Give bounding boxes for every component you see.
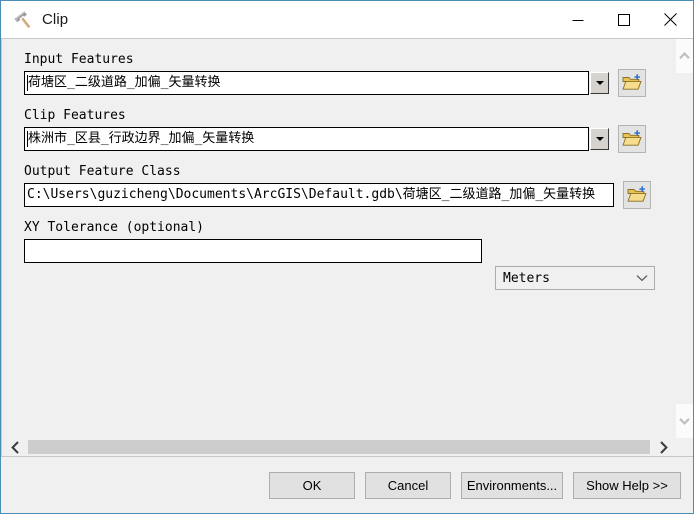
horizontal-scrollbar-thumb[interactable] (28, 440, 650, 454)
input-features-row: 荷塘区_二级道路_加偏_矢量转换 (24, 69, 676, 97)
content-row: Input Features 荷塘区_二级道路_加偏_矢量转换 Clip Fea… (1, 38, 693, 438)
hammer-icon (14, 10, 31, 28)
input-features-combobox[interactable]: 荷塘区_二级道路_加偏_矢量转换 (24, 71, 589, 95)
input-features-field: Input Features 荷塘区_二级道路_加偏_矢量转换 (24, 51, 676, 97)
open-folder-add-icon (622, 74, 642, 90)
xy-tolerance-field: XY Tolerance (optional) (24, 219, 676, 263)
cancel-button[interactable]: Cancel (365, 471, 451, 499)
input-features-label: Input Features (24, 52, 134, 67)
clip-features-browse-button[interactable] (618, 125, 646, 153)
minimize-icon (572, 19, 584, 21)
triangle-down-icon (595, 137, 604, 141)
open-folder-add-icon (627, 186, 647, 202)
vertical-scrollbar[interactable] (676, 38, 693, 438)
scroll-up-button[interactable] (676, 39, 693, 73)
maximize-button[interactable] (601, 1, 647, 38)
dialog-body: Input Features 荷塘区_二级道路_加偏_矢量转换 Clip Fea… (1, 38, 693, 513)
xy-tolerance-units-row: Meters (495, 266, 655, 290)
input-features-dropdown-button[interactable] (590, 72, 609, 94)
input-features-browse-button[interactable] (618, 69, 646, 97)
chevron-right-icon (659, 440, 668, 454)
xy-tolerance-input[interactable] (24, 239, 482, 263)
output-feature-class-label: Output Feature Class (24, 164, 181, 179)
input-features-value: 荷塘区_二级道路_加偏_矢量转换 (28, 75, 221, 90)
minimize-button[interactable] (555, 1, 601, 38)
window-title: Clip (42, 11, 69, 28)
horizontal-scrollbar[interactable] (1, 438, 693, 456)
xy-tolerance-row (24, 239, 676, 263)
close-button[interactable] (647, 1, 693, 38)
chevron-up-icon (679, 52, 690, 59)
scrollbar-corner (676, 438, 693, 456)
vertical-scrollbar-track[interactable] (676, 39, 693, 438)
chevron-left-icon (10, 440, 19, 454)
clip-features-combobox[interactable]: 株洲市_区县_行政边界_加偏_矢量转换 (24, 127, 589, 151)
clip-features-label: Clip Features (24, 108, 126, 123)
title-bar: Clip (1, 1, 693, 38)
clip-dialog-window: Clip Input Features 荷塘区_二级道路_加偏_矢量转换 Cli… (0, 0, 694, 514)
clip-features-row: 株洲市_区县_行政边界_加偏_矢量转换 (24, 125, 676, 153)
output-feature-class-value: C:\Users\guzicheng\Documents\ArcGIS\Defa… (27, 187, 596, 202)
parameters-panel: Input Features 荷塘区_二级道路_加偏_矢量转换 Clip Fea… (1, 38, 676, 438)
xy-tolerance-units-select[interactable]: Meters (495, 266, 655, 290)
maximize-icon (618, 13, 630, 26)
show-help-button[interactable]: Show Help >> (573, 471, 681, 499)
environments-button[interactable]: Environments... (461, 471, 563, 499)
xy-tolerance-units-value: Meters (503, 270, 550, 286)
open-folder-add-icon (622, 130, 642, 146)
close-icon (663, 13, 677, 26)
window-controls (555, 1, 693, 38)
chevron-down-icon (679, 418, 690, 425)
output-feature-class-input[interactable]: C:\Users\guzicheng\Documents\ArcGIS\Defa… (24, 183, 614, 207)
clip-features-dropdown-button[interactable] (590, 128, 609, 150)
scroll-down-button[interactable] (676, 404, 693, 438)
scroll-right-button[interactable] (650, 438, 676, 456)
output-feature-class-browse-button[interactable] (623, 181, 651, 209)
output-feature-class-row: C:\Users\guzicheng\Documents\ArcGIS\Defa… (24, 181, 676, 209)
xy-tolerance-label: XY Tolerance (optional) (24, 220, 205, 235)
clip-features-value: 株洲市_区县_行政边界_加偏_矢量转换 (28, 131, 255, 146)
scroll-left-button[interactable] (2, 438, 28, 456)
output-feature-class-field: Output Feature Class C:\Users\guzicheng\… (24, 163, 676, 209)
ok-button[interactable]: OK (269, 471, 355, 499)
clip-features-field: Clip Features 株洲市_区县_行政边界_加偏_矢量转换 (24, 107, 676, 153)
triangle-down-icon (595, 81, 604, 85)
dialog-footer: OK Cancel Environments... Show Help >> (1, 456, 693, 513)
chevron-down-icon (636, 275, 648, 282)
